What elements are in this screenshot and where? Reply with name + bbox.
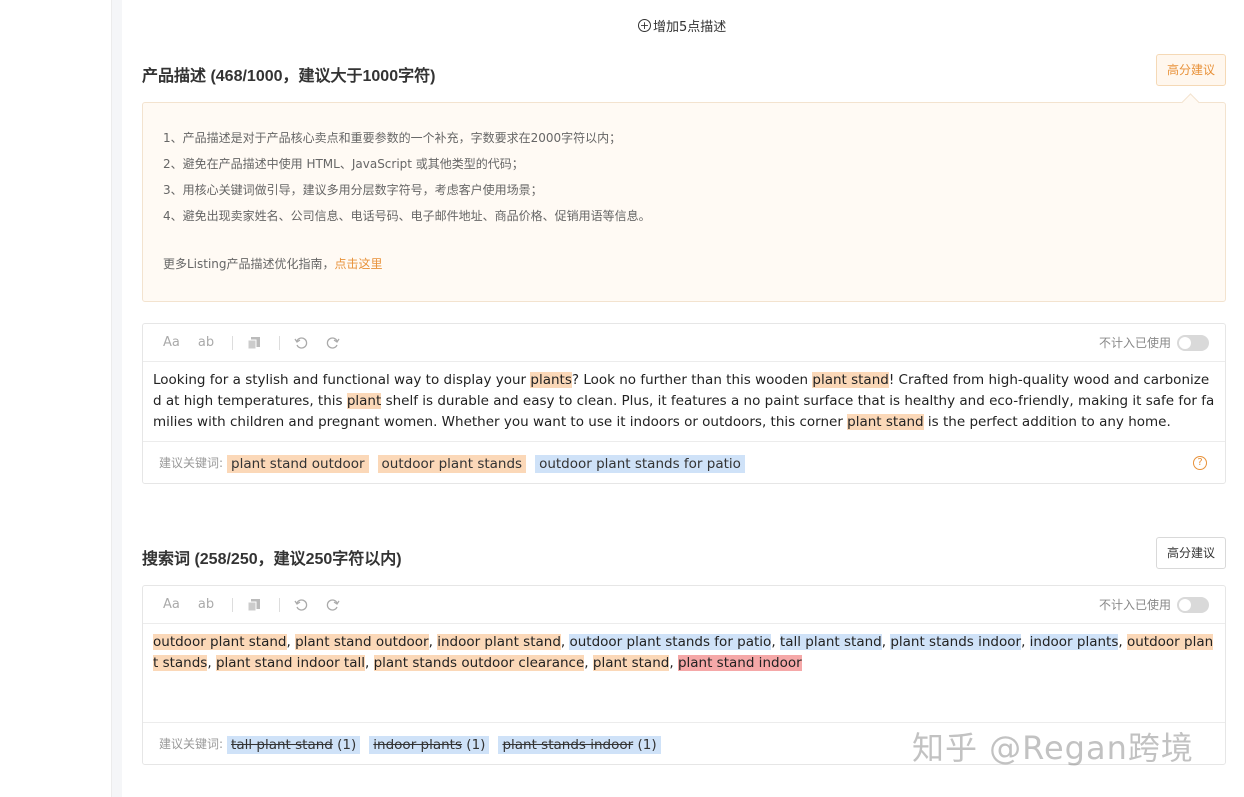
text-segment: ,	[286, 634, 296, 650]
guide-text: 更多Listing产品描述优化指南，	[163, 257, 335, 271]
highlighted-keyword: plant	[346, 393, 382, 409]
exclude-used-switch[interactable]	[1177, 596, 1209, 613]
keyword-chip-count: (1)	[462, 737, 486, 753]
toolbar-divider	[279, 335, 281, 350]
text-segment: is the perfect addition to any home.	[923, 414, 1171, 430]
search-terms-toolbar: Aa ab 不计入已使用	[143, 586, 1225, 624]
keyword-chip-text: outdoor plant stands	[381, 456, 523, 472]
keyword-chip-text: plant stands indoor	[502, 737, 634, 753]
capitalize-button[interactable]: Aa	[163, 335, 180, 350]
description-text-area[interactable]: Looking for a stylish and functional way…	[143, 362, 1225, 441]
keyword-chip-count: (1)	[633, 737, 657, 753]
keyword-chip[interactable]: outdoor plant stands	[377, 455, 527, 473]
keyword-chip-text: outdoor plant stands for patio	[539, 456, 741, 472]
search-terms-text-area[interactable]: outdoor plant stand, plant stand outdoor…	[143, 624, 1225, 722]
highlighted-keyword: plant stand	[812, 372, 889, 388]
keyword-chip[interactable]: plant stand outdoor	[227, 455, 369, 473]
highlighted-keyword: outdoor plant stands for patio	[569, 634, 772, 650]
lowercase-button[interactable]: ab	[198, 335, 214, 350]
keyword-list: tall plant stand (1) indoor plants (1) pla…	[227, 734, 670, 754]
tip-line: 1、产品描述是对于产品核心卖点和重要参数的一个补充，字数要求在2000字符以内；	[163, 131, 622, 145]
toolbar-divider	[232, 597, 234, 612]
highlighted-keyword: plant stands outdoor clearance	[373, 655, 585, 671]
text-segment: ,	[1021, 634, 1030, 650]
capitalize-button[interactable]: Aa	[163, 597, 180, 612]
exclude-used-switch[interactable]	[1177, 334, 1209, 351]
text-segment: ,	[207, 655, 216, 671]
guide-line: 更多Listing产品描述优化指南，点击这里	[163, 255, 1205, 272]
undo-icon[interactable]	[294, 598, 308, 612]
description-title: 产品描述 (468/1000，建议大于1000字符)	[142, 68, 436, 85]
left-divider-strip	[112, 0, 122, 797]
highlighted-keyword: plant stand indoor tall	[215, 655, 365, 671]
toolbar-divider	[232, 335, 234, 350]
highlighted-keyword: plant stand	[592, 655, 670, 671]
lowercase-button[interactable]: ab	[198, 597, 214, 612]
description-tips-panel: 1、产品描述是对于产品核心卖点和重要参数的一个补充，字数要求在2000字符以内；…	[142, 102, 1226, 302]
description-advice-button[interactable]: 高分建议	[1155, 54, 1226, 86]
keyword-chip-count: (1)	[332, 737, 357, 753]
keyword-chip[interactable]: outdoor plant stands for patio	[535, 455, 745, 473]
add-5-points-button[interactable]: + 增加5点描述	[638, 16, 726, 35]
plus-circle-icon: +	[638, 19, 651, 32]
text-segment: ? Look no further than this wooden	[571, 372, 813, 388]
search-terms-keyword-row: 建议关键词: tall plant stand (1) indoor plants…	[143, 722, 1225, 764]
undo-icon[interactable]	[294, 336, 308, 350]
exclude-used-toggle-group: 不计入已使用	[1099, 334, 1209, 351]
tips-list: 1、产品描述是对于产品核心卖点和重要参数的一个补充，字数要求在2000字符以内；…	[163, 125, 1205, 229]
text-segment: ,	[428, 634, 438, 650]
text-segment: Looking for a stylish and functional way…	[153, 372, 531, 388]
main-panel: + 增加5点描述 产品描述 (468/1000，建议大于1000字符) 高分建议…	[142, 0, 1226, 797]
redo-icon[interactable]	[326, 598, 340, 612]
text-segment: ,	[669, 655, 678, 671]
guide-link[interactable]: 点击这里	[335, 257, 383, 271]
exclude-used-label: 不计入已使用	[1098, 336, 1171, 350]
copy-icon[interactable]	[247, 598, 261, 612]
keyword-chip-text: tall plant stand	[231, 737, 333, 753]
tip-line: 2、避免在产品描述中使用 HTML、JavaScript 或其他类型的代码；	[163, 157, 524, 171]
keyword-label: 建议关键词:	[159, 737, 224, 751]
highlighted-keyword: outdoor plant stand	[153, 634, 287, 650]
text-segment: ,	[771, 634, 780, 650]
search-terms-title: 搜索词 (258/250，建议250字符以内)	[142, 551, 402, 568]
keyword-chip-text: indoor plants	[373, 737, 463, 753]
add-5-points-label: 增加5点描述	[653, 20, 727, 35]
tip-line: 3、用核心关键词做引导，建议多用分层数字符号，考虑客户使用场景；	[163, 183, 543, 197]
highlighted-keyword: plant stand outdoor	[295, 634, 429, 650]
keyword-chip[interactable]: indoor plants (1)	[369, 736, 490, 754]
highlighted-keyword: plant stand indoor	[677, 655, 802, 671]
search-terms-editor: Aa ab 不计入已使用 outdoor plant stand, plant …	[142, 585, 1226, 765]
highlighted-keyword: plant stand	[847, 414, 924, 430]
help-icon[interactable]: ?	[1193, 456, 1207, 470]
text-segment: ,	[584, 655, 593, 671]
exclude-used-label: 不计入已使用	[1098, 598, 1171, 612]
description-toolbar: Aa ab 不计入已使用	[143, 324, 1225, 362]
search-terms-advice-button[interactable]: 高分建议	[1155, 537, 1226, 569]
keyword-list: plant stand outdoor outdoor plant stands o…	[227, 453, 754, 473]
text-segment: ,	[365, 655, 374, 671]
highlighted-keyword: tall plant stand	[779, 634, 882, 650]
keyword-chip-text: plant stand outdoor	[231, 456, 365, 472]
keyword-chip[interactable]: tall plant stand (1)	[227, 736, 361, 754]
highlighted-keyword: plants	[530, 372, 572, 388]
tip-line: 4、避免出现卖家姓名、公司信息、电话号码、电子邮件地址、商品价格、促销用语等信息…	[163, 209, 651, 223]
toolbar-divider	[279, 597, 281, 612]
keyword-label: 建议关键词:	[159, 456, 224, 470]
description-editor: Aa ab 不计入已使用 Looking for a stylish and f…	[142, 323, 1226, 484]
left-sidebar	[0, 0, 112, 797]
description-keyword-row: 建议关键词: plant stand outdoor outdoor plant …	[143, 441, 1225, 483]
highlighted-keyword: indoor plant stand	[437, 634, 561, 650]
text-segment: ,	[1118, 634, 1127, 650]
exclude-used-toggle-group: 不计入已使用	[1099, 596, 1209, 613]
highlighted-keyword: plant stands indoor	[890, 634, 1022, 650]
copy-icon[interactable]	[247, 336, 261, 350]
highlighted-keyword: indoor plants	[1029, 634, 1119, 650]
keyword-chip[interactable]: plant stands indoor (1)	[498, 736, 661, 754]
redo-icon[interactable]	[326, 336, 340, 350]
